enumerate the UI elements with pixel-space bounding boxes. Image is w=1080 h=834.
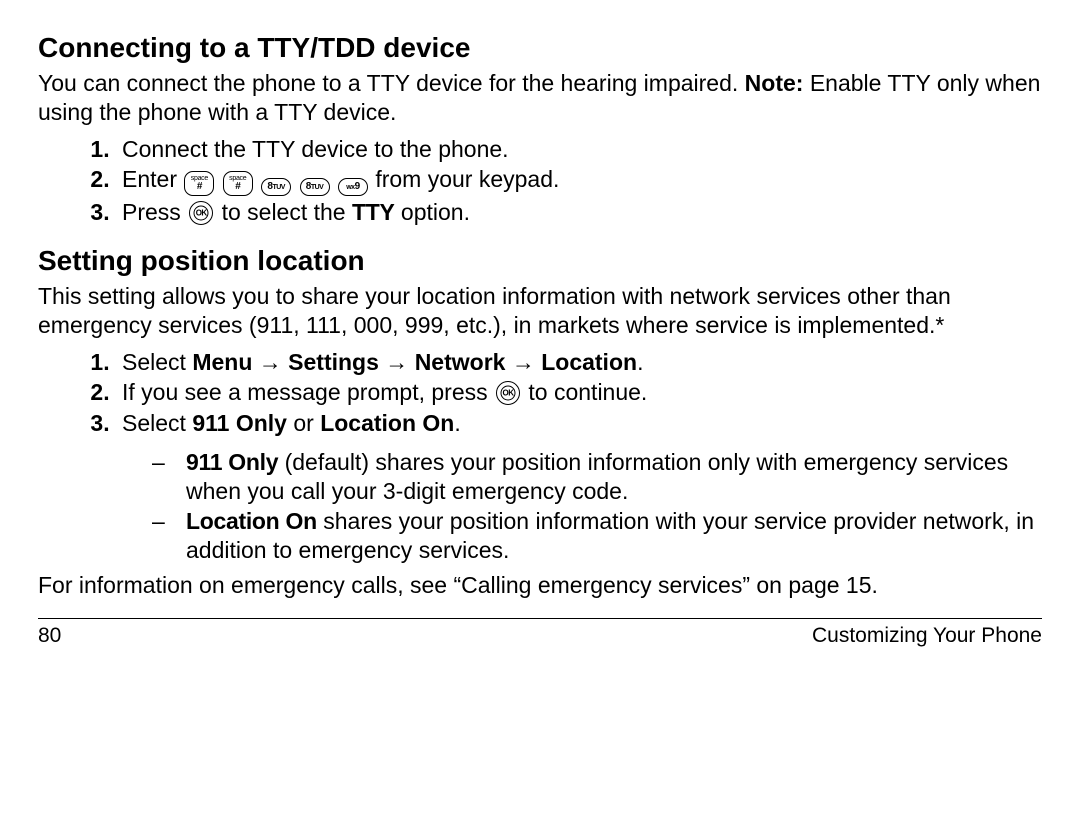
- loc-step1-select: Select: [122, 349, 192, 375]
- loc-step-1: Select Menu → Settings → Network → Locat…: [116, 348, 1042, 377]
- loc-step2-a: If you see a message prompt, press: [122, 379, 494, 405]
- tty-step-3: Press to select the TTY option.: [116, 198, 1042, 227]
- heading-tty: Connecting to a TTY/TDD device: [38, 30, 1042, 65]
- ok-button-icon: [496, 381, 520, 405]
- opt-911-only-desc: (default) shares your position informati…: [186, 449, 1008, 504]
- tty-step3-b: to select the: [222, 199, 352, 225]
- tty-step2-b: from your keypad.: [375, 166, 559, 192]
- loc-step3-end: .: [454, 410, 460, 436]
- arrow-icon: →: [379, 349, 415, 375]
- location-intro: This setting allows you to share your lo…: [38, 282, 1042, 340]
- tty-steps: Connect the TTY device to the phone. Ent…: [38, 135, 1042, 228]
- key-8-icon: 8TUV: [261, 178, 291, 196]
- key-hash-icon: space#: [184, 171, 214, 196]
- page-number: 80: [38, 623, 61, 649]
- section-title: Customizing Your Phone: [812, 623, 1042, 649]
- tty-step3-c: option.: [395, 199, 470, 225]
- settings-label: Settings: [288, 349, 379, 375]
- heading-location: Setting position location: [38, 243, 1042, 278]
- loc-step2-b: to continue.: [528, 379, 647, 405]
- page-footer: 80 Customizing Your Phone: [38, 623, 1042, 649]
- location-steps: Select Menu → Settings → Network → Locat…: [38, 348, 1042, 438]
- loc-step1-end: .: [637, 349, 643, 375]
- list-item: 911 Only (default) shares your position …: [152, 448, 1042, 506]
- tty-step3-a: Press: [122, 199, 187, 225]
- key-hash-icon: space#: [223, 171, 253, 196]
- network-label: Network: [415, 349, 506, 375]
- tty-step-2: Enter space# space# 8TUV 8TUV wx9 from y…: [116, 165, 1042, 196]
- opt-911-only: 911 Only: [192, 410, 287, 436]
- opt-location-on-label: Location On: [186, 508, 317, 534]
- opt-location-on: Location On: [320, 410, 454, 436]
- tty-step-1: Connect the TTY device to the phone.: [116, 135, 1042, 164]
- tty-step2-a: Enter: [122, 166, 183, 192]
- list-item: Location On shares your position informa…: [152, 507, 1042, 565]
- tty-intro: You can connect the phone to a TTY devic…: [38, 69, 1042, 127]
- note-label: Note:: [745, 70, 804, 96]
- footer-divider: [38, 618, 1042, 619]
- arrow-icon: →: [252, 349, 288, 375]
- location-label: Location: [541, 349, 637, 375]
- tty-option-label: TTY: [352, 199, 395, 225]
- location-after: For information on emergency calls, see …: [38, 571, 1042, 600]
- key-8-icon: 8TUV: [300, 178, 330, 196]
- menu-label: Menu: [192, 349, 252, 375]
- ok-button-icon: [189, 201, 213, 225]
- location-options-list: 911 Only (default) shares your position …: [38, 448, 1042, 565]
- loc-step-2: If you see a message prompt, press to co…: [116, 378, 1042, 407]
- loc-step3-a: Select: [122, 410, 192, 436]
- arrow-icon: →: [505, 349, 541, 375]
- tty-intro-a: You can connect the phone to a TTY devic…: [38, 70, 745, 96]
- opt-911-only-label: 911 Only: [186, 449, 278, 475]
- key-9-icon: wx9: [338, 178, 368, 196]
- loc-step3-or: or: [287, 410, 320, 436]
- loc-step-3: Select 911 Only or Location On.: [116, 409, 1042, 438]
